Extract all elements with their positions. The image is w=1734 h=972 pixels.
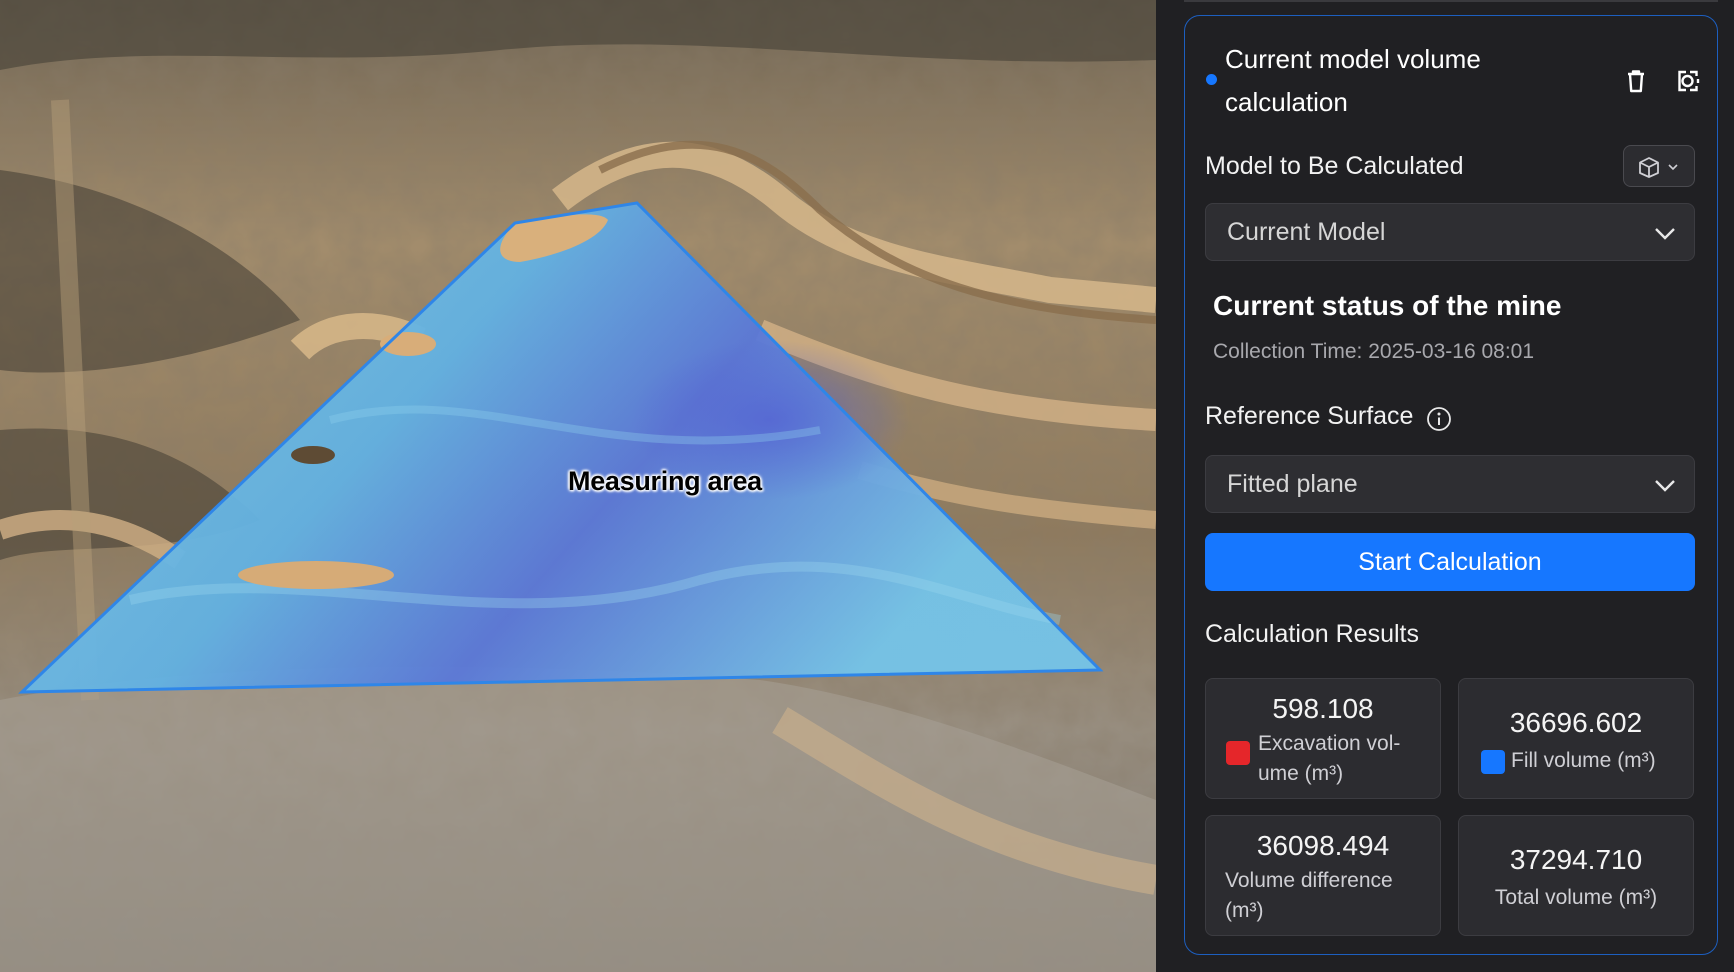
card-header: Current model volume calculation [1185, 16, 1717, 126]
fill-label: Fill volume (m³) [1511, 749, 1656, 772]
cube-icon [1639, 157, 1678, 178]
volume-calculation-card: Current model volume calculation Model t… [1184, 15, 1718, 955]
model-select[interactable]: Current Model [1205, 203, 1695, 261]
fill-result: 36696.602 Fill volume (m³) [1458, 678, 1694, 799]
measuring-area-label: Measuring area [568, 466, 762, 496]
excavation-label-line2: ume (m³) [1258, 762, 1344, 785]
difference-result: 36098.494 Volume difference (m³) [1205, 815, 1441, 936]
chevron-down-icon [1655, 480, 1675, 492]
divider [1184, 0, 1718, 2]
reference-surface-label: Reference Surface [1205, 402, 1414, 430]
difference-value: 36098.494 [1256, 830, 1390, 861]
total-result: 37294.710 Total volume (m³) [1458, 815, 1694, 936]
fill-swatch [1481, 750, 1505, 774]
results-title: Calculation Results [1205, 620, 1419, 648]
excavation-label-line1: Excavation vol- [1258, 732, 1401, 755]
excavation-swatch [1226, 741, 1250, 765]
reference-surface-select[interactable]: Fitted plane [1205, 455, 1695, 513]
model-label: Model to Be Calculated [1205, 152, 1464, 180]
total-label: Total volume (m³) [1494, 886, 1658, 909]
difference-label-line1: Volume difference [1225, 869, 1393, 892]
model-select-value: Current Model [1227, 218, 1386, 246]
model-switch-button[interactable] [1623, 145, 1695, 187]
start-calculation-button[interactable]: Start Calculation [1205, 533, 1695, 591]
total-value: 37294.710 [1509, 844, 1643, 875]
info-icon[interactable] [1426, 406, 1452, 432]
status-dot [1206, 74, 1217, 85]
excavation-result: 598.108 Excavation vol- ume (m³) [1205, 678, 1441, 799]
reference-surface-value: Fitted plane [1227, 470, 1358, 498]
chevron-down-icon [1655, 228, 1675, 240]
target-camera-icon[interactable] [1673, 66, 1703, 96]
trash-icon[interactable] [1621, 66, 1651, 96]
mine-status-title: Current status of the mine [1213, 290, 1562, 321]
card-title: Current model volume calculation [1225, 44, 1481, 117]
map-viewport[interactable]: Measuring area [0, 0, 1156, 972]
volume-panel: Current model volume calculation Model t… [1156, 0, 1734, 972]
difference-label-line2: (m³) [1225, 899, 1264, 922]
fill-value: 36696.602 [1509, 707, 1643, 738]
collection-time: Collection Time: 2025-03-16 08:01 [1213, 340, 1535, 363]
excavation-value: 598.108 [1272, 693, 1374, 724]
